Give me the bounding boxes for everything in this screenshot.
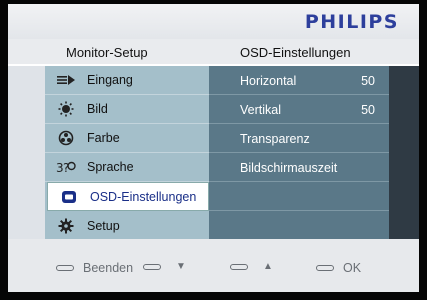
submenu-item-value: 50 [361,74,375,88]
menu-item-label: Farbe [87,131,120,145]
button-pill-icon [56,265,74,271]
submenu-panel: Horizontal 50 Vertikal 50 Transparenz Bi… [209,66,389,239]
color-palette-icon [55,127,77,149]
exit-control[interactable]: Beenden [56,261,133,275]
brand-bar: PHILIPS [8,4,419,39]
gear-icon [55,215,77,237]
menu-item-bild[interactable]: Bild [45,95,209,124]
menu-item-farbe[interactable]: Farbe [45,124,209,153]
submenu-title: OSD-Einstellungen [240,45,351,60]
menu-item-label: OSD-Einstellungen [90,189,197,204]
ok-control[interactable]: OK [316,261,361,275]
menu-item-label: Eingang [87,73,133,87]
button-pill-icon [316,265,334,271]
osd-screen: PHILIPS Monitor-Setup OSD-Einstellungen … [8,4,419,292]
osd-header: Monitor-Setup OSD-Einstellungen [8,39,419,66]
submenu-item-label: Horizontal [240,74,297,88]
ok-label: OK [343,261,362,275]
submenu-item-label: Transparenz [240,132,310,146]
osd-icon [58,186,80,208]
submenu-item-horizontal[interactable]: Horizontal 50 [209,66,389,95]
menu-item-label: Bild [87,102,108,116]
button-pill-icon [143,263,161,270]
exit-label: Beenden [83,261,134,275]
button-pill-icon [230,263,248,270]
submenu-edge [389,66,419,239]
submenu-item-vertikal[interactable]: Vertikal 50 [209,95,389,124]
menu-item-sprache[interactable]: 3 ? Sprache [45,153,209,182]
down-arrow-icon: ▼ [176,261,186,272]
menu-item-osd-einstellungen[interactable]: OSD-Einstellungen [47,182,209,211]
brand-logo: PHILIPS [304,11,399,33]
menu-item-label: Setup [87,218,120,233]
main-menu-title: Monitor-Setup [66,45,148,60]
language-icon: 3 ? [55,156,77,178]
menu-item-setup[interactable]: Setup [45,211,209,240]
submenu-item-transparenz[interactable]: Transparenz [209,124,389,153]
submenu-item-label: Bildschirmauszeit [240,161,338,175]
menu-item-label: Sprache [87,160,134,174]
submenu-item-bildschirmauszeit[interactable]: Bildschirmauszeit [209,153,389,182]
main-menu: Eingang Bild Farbe 3 ? Sprache OSD-Einst… [45,66,209,239]
submenu-item-label: Vertikal [240,103,281,117]
up-control[interactable]: ▲ [230,261,273,272]
up-arrow-icon: ▲ [263,261,273,272]
input-icon [55,69,77,91]
submenu-empty-row [209,182,389,211]
brightness-icon [55,98,77,120]
submenu-item-value: 50 [361,103,375,117]
menu-item-eingang[interactable]: Eingang [45,66,209,95]
down-control[interactable]: ▼ [143,261,186,272]
control-hints-bar: Beenden ▼ ▲ OK [8,239,419,292]
